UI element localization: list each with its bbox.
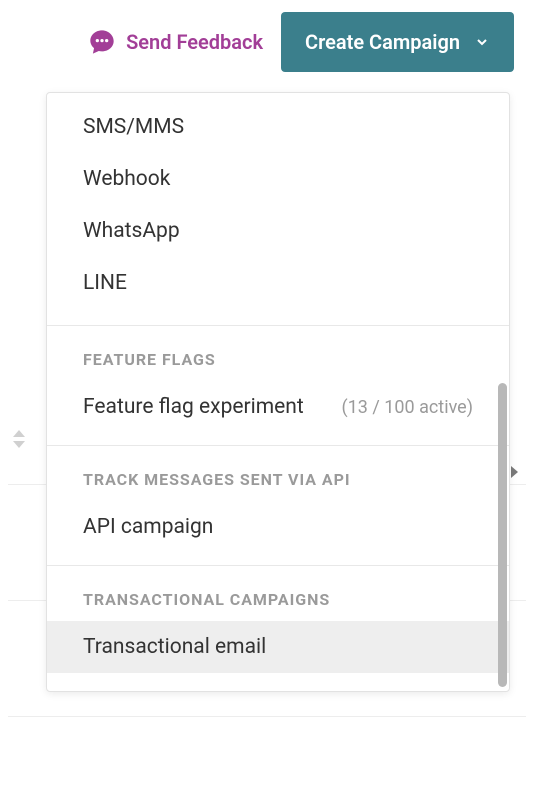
send-feedback-link[interactable]: Send Feedback (88, 28, 263, 56)
chat-dots-icon (88, 28, 116, 56)
create-campaign-button[interactable]: Create Campaign (281, 12, 514, 72)
menu-item-label: Webhook (83, 167, 170, 191)
campaign-type-dropdown: SMS/MMS Webhook WhatsApp LINE FEATURE FL… (46, 92, 510, 692)
bg-divider (0, 716, 534, 717)
menu-item-transactional-email[interactable]: Transactional email (47, 621, 509, 673)
menu-item-label: Transactional email (83, 635, 266, 659)
sort-icon (12, 430, 26, 448)
menu-item-line[interactable]: LINE (47, 257, 509, 309)
section-header-feature-flags: FEATURE FLAGS (47, 326, 509, 381)
menu-item-label: LINE (83, 271, 127, 295)
menu-item-feature-flag-experiment[interactable]: Feature flag experiment (13 / 100 active… (47, 381, 509, 433)
menu-item-sms-mms[interactable]: SMS/MMS (47, 101, 509, 153)
menu-item-whatsapp[interactable]: WhatsApp (47, 205, 509, 257)
menu-item-label: Feature flag experiment (83, 395, 304, 419)
caret-right-icon (511, 466, 518, 478)
create-campaign-label: Create Campaign (305, 30, 460, 54)
section-header-transactional: TRANSACTIONAL CAMPAIGNS (47, 566, 509, 621)
send-feedback-label: Send Feedback (126, 30, 263, 54)
menu-item-label: SMS/MMS (83, 115, 184, 139)
menu-item-webhook[interactable]: Webhook (47, 153, 509, 205)
chevron-down-icon (474, 34, 490, 50)
menu-item-label: WhatsApp (83, 219, 180, 243)
menu-item-meta: (13 / 100 active) (342, 397, 473, 418)
menu-item-label: API campaign (83, 515, 213, 539)
header-toolbar: Send Feedback Create Campaign (0, 0, 534, 72)
menu-item-api-campaign[interactable]: API campaign (47, 501, 509, 553)
section-header-api-track: TRACK MESSAGES SENT VIA API (47, 446, 509, 501)
scrollbar[interactable] (498, 383, 507, 687)
